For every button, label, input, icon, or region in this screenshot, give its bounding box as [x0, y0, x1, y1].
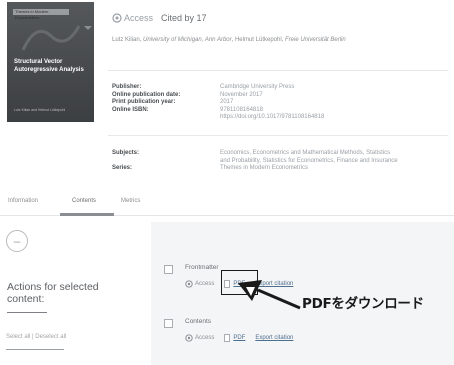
publisher-value: Cambridge University Press	[220, 84, 295, 90]
link-separator: |	[32, 334, 34, 340]
export-citation-link[interactable]: Export citation	[255, 281, 293, 287]
export-citation-link[interactable]: Export citation	[255, 335, 293, 341]
print-year-label: Print publication year:	[112, 99, 176, 105]
author-name[interactable]: Lutz Kilian	[112, 37, 140, 43]
chapter-title-link[interactable]: Contents	[185, 318, 211, 325]
series-label: Series:	[112, 165, 133, 171]
author-name[interactable]: Helmut Lütkepohl	[235, 37, 282, 43]
subjects-value[interactable]: Economics, Econometrics and Mathematical…	[220, 150, 398, 158]
book-cover-image: Themes in Modern Econometrics Structural…	[7, 2, 94, 122]
pdf-highlight-box	[221, 270, 258, 295]
tab-information[interactable]: Information	[8, 198, 38, 204]
series-value[interactable]: Themes in Modern Econometrics	[220, 165, 398, 173]
author-affiliation: Freie Universität Berlin	[285, 37, 346, 43]
section-divider	[108, 135, 448, 136]
online-isbn-value: 9781108164818	[220, 106, 263, 113]
pdf-download-link[interactable]: PDF	[233, 335, 245, 341]
actions-heading: Actions for selected content:	[7, 281, 99, 305]
subject-values: Economics, Econometrics and Mathematical…	[220, 150, 398, 173]
publisher-label: Publisher:	[112, 84, 142, 90]
access-label: Access	[195, 281, 215, 287]
deselect-all-link[interactable]: Deselect all	[35, 334, 66, 340]
selection-underline	[6, 349, 64, 350]
open-access-icon	[112, 13, 122, 23]
tab-metrics[interactable]: Metrics	[121, 198, 140, 204]
cover-series-label: Themes in Modern Econometrics	[13, 9, 69, 20]
subjects-label: Subjects:	[112, 150, 140, 156]
chapter-checkbox[interactable]	[164, 319, 173, 328]
chapter-checkbox[interactable]	[164, 265, 173, 274]
tab-bar: Information Contents Metrics	[0, 190, 454, 216]
select-all-link[interactable]: Select all	[6, 334, 30, 340]
chapter-actions: Access PDF Export citation	[185, 334, 293, 342]
open-access-icon	[185, 280, 193, 288]
cover-authors: Lutz Kilian and Helmut Lütkepohl	[14, 108, 66, 112]
active-tab-indicator	[60, 213, 114, 216]
tab-contents[interactable]: Contents	[72, 198, 96, 204]
doi-link[interactable]: https://doi.org/10.1017/9781108164818	[220, 114, 324, 122]
collapse-panel-button[interactable]: –	[6, 230, 28, 252]
list-item: Contents	[164, 318, 211, 328]
cited-by-link[interactable]: Cited by 17	[161, 13, 207, 23]
author-affiliation: University of Michigan, Ann Arbor	[143, 37, 232, 43]
open-access-icon	[185, 334, 193, 342]
publication-values: Cambridge University Press November 2017…	[220, 84, 324, 122]
online-date-label: Online publication date:	[112, 91, 181, 98]
subject-labels: Subjects: Series:	[112, 150, 139, 173]
cover-title: Structural Vector Autoregressive Analysi…	[14, 59, 84, 73]
publication-labels: Publisher: Online publication date: Prin…	[112, 84, 180, 114]
access-label: Access	[124, 13, 154, 23]
section-divider	[108, 70, 448, 71]
online-date-value: November 2017	[220, 91, 263, 98]
access-status: Access Cited by 17	[112, 13, 207, 23]
online-isbn-label: Online ISBN:	[112, 106, 149, 113]
active-tab-notch	[84, 26, 92, 30]
minus-icon: –	[13, 234, 21, 248]
authors-line: Lutz Kilian, University of Michigan, Ann…	[112, 37, 346, 43]
chapter-title-link[interactable]: Frontmatter	[185, 264, 219, 271]
access-label: Access	[195, 335, 215, 341]
selection-links: Select all | Deselect all	[6, 334, 66, 340]
pdf-file-icon	[224, 334, 231, 342]
heading-underline	[7, 312, 47, 313]
subjects-value[interactable]: and Probability, Statistics for Economet…	[220, 158, 398, 166]
download-pdf-callout: PDFをダウンロード	[302, 296, 424, 312]
cover-watermark	[21, 20, 81, 54]
list-item: Frontmatter	[164, 264, 219, 274]
print-year-value: 2017	[220, 99, 234, 105]
